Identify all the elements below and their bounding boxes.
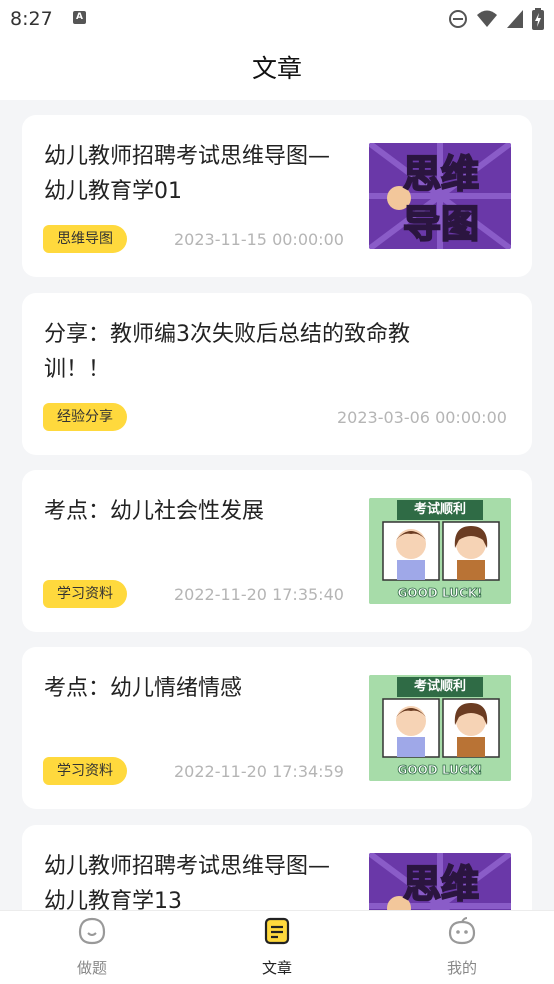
status-time: 8:27	[10, 8, 53, 30]
article-card[interactable]: 考点：幼儿情绪情感 学习资料 2022-11-20 17:34:59 GOOD …	[22, 647, 532, 809]
article-date: 2022-11-20 17:35:40	[174, 585, 344, 604]
wifi-icon	[477, 10, 497, 27]
article-date: 2022-11-20 17:34:59	[174, 762, 344, 781]
mindmap-thumbnail: 思维 导图	[369, 853, 511, 910]
thumb-footer-text: GOOD LUCK!	[398, 586, 483, 600]
profile-icon	[448, 917, 476, 945]
article-tag: 经验分享	[43, 403, 127, 431]
article-tag: 思维导图	[43, 225, 127, 253]
good-luck-thumbnail: GOOD LUCK! 考试顺利	[369, 498, 511, 604]
status-bar: 8:27 A	[0, 0, 554, 38]
status-icons	[448, 8, 544, 30]
svg-text:思维: 思维	[403, 862, 479, 906]
tab-label: 我的	[446, 959, 477, 977]
tab-articles[interactable]: 文章	[217, 911, 337, 984]
tab-practice[interactable]: 做题	[32, 911, 152, 984]
article-card[interactable]: 分享：教师编3次失败后总结的致命教训！！ 经验分享 2023-03-06 00:…	[22, 293, 532, 455]
article-title: 幼儿教师招聘考试思维导图—幼儿教育学01	[44, 144, 331, 204]
svg-text:导图: 导图	[403, 202, 479, 246]
article-tag: 学习资料	[43, 757, 127, 785]
article-card[interactable]: 幼儿教师招聘考试思维导图—幼儿教育学01 思维导图 2023-11-15 00:…	[22, 115, 532, 277]
battery-icon	[532, 8, 544, 30]
article-list[interactable]: 幼儿教师招聘考试思维导图—幼儿教育学01 思维导图 2023-11-15 00:…	[0, 100, 554, 910]
article-title: 考点：幼儿社会性发展	[44, 499, 265, 524]
thumb-banner-text: 考试顺利	[413, 502, 466, 517]
thumb-footer-text: GOOD LUCK!	[398, 763, 483, 777]
article-tag: 学习资料	[43, 580, 127, 608]
article-title: 考点：幼儿情绪情感	[44, 676, 243, 701]
do-not-disturb-icon	[449, 10, 467, 28]
article-title: 分享：教师编3次失败后总结的致命教训！！	[44, 322, 410, 382]
article-date: 2023-03-06 00:00:00	[337, 408, 507, 427]
page-header: 文章	[0, 38, 554, 100]
signal-icon	[507, 10, 523, 28]
page-title: 文章	[251, 54, 302, 83]
article-date: 2023-11-15 00:00:00	[174, 230, 344, 249]
good-luck-thumbnail: GOOD LUCK! 考试顺利	[369, 675, 511, 781]
thumb-banner-text: 考试顺利	[413, 679, 466, 694]
notification-a-icon: A	[73, 11, 86, 24]
article-card[interactable]: 考点：幼儿社会性发展 学习资料 2022-11-20 17:35:40 GOOD…	[22, 470, 532, 632]
article-title: 幼儿教师招聘考试思维导图—幼儿教育学13	[44, 854, 331, 910]
article-card[interactable]: 幼儿教师招聘考试思维导图—幼儿教育学13 思维 导图	[22, 825, 532, 910]
mindmap-thumbnail: 思维 导图	[369, 143, 511, 249]
tab-label: 做题	[76, 959, 107, 977]
article-icon	[264, 917, 290, 945]
bottom-tab-bar: 做题 文章 我的	[0, 910, 554, 984]
svg-text:思维: 思维	[403, 152, 479, 196]
tab-label: 文章	[261, 959, 292, 977]
tab-profile[interactable]: 我的	[402, 911, 522, 984]
face-icon	[78, 917, 106, 945]
